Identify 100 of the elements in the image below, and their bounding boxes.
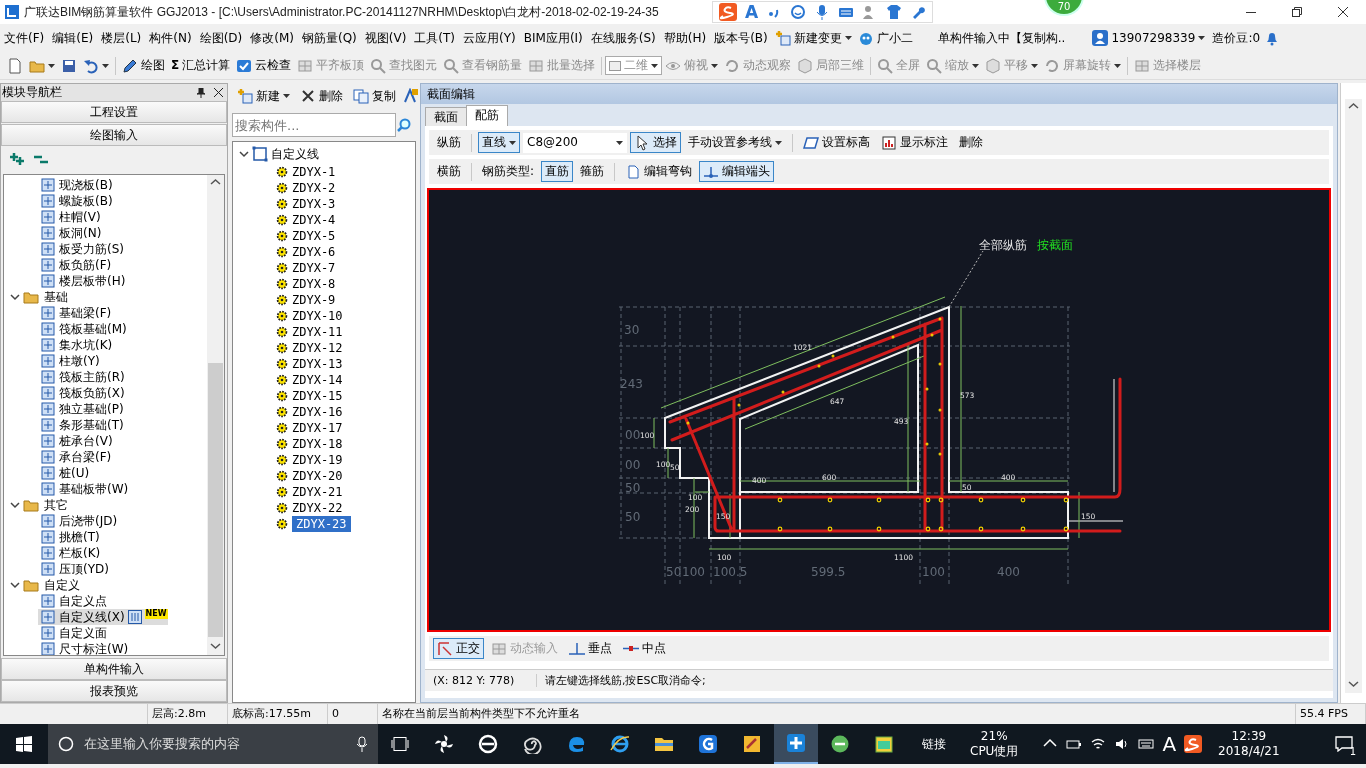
tree-item[interactable]: ZDYX-11 [292, 324, 343, 340]
shirt-icon[interactable] [886, 4, 903, 20]
snap-button[interactable]: 正交 [433, 638, 484, 659]
clock-date[interactable]: 2018/4/21 [1218, 744, 1280, 759]
search-field[interactable]: 搜索构件... [232, 113, 396, 137]
scrollbar[interactable] [207, 175, 224, 655]
tree-item[interactable]: 自定义面 [38, 625, 107, 641]
menu-item[interactable]: 文件(F) [0, 30, 49, 46]
tree-item[interactable]: 栏板(K) [38, 545, 101, 561]
tree-group[interactable]: 基础 [4, 289, 68, 305]
tree-item[interactable]: ZDYX-14 [292, 372, 343, 388]
assistant-button[interactable]: 广小二 [854, 28, 916, 48]
tree-item[interactable]: ZDYX-17 [292, 420, 343, 436]
tree-item[interactable]: 基础梁(F) [38, 305, 112, 321]
tree-item[interactable]: 承台梁(F) [38, 449, 112, 465]
tree-item[interactable]: 螺旋板(B) [38, 193, 113, 209]
search-bar[interactable]: 在这里输入你要搜索的内容 [48, 724, 378, 764]
tree-item[interactable]: 柱帽(V) [38, 209, 101, 225]
menu-item[interactable]: 云应用(Y) [459, 30, 520, 46]
tree-item[interactable]: 筏板基础(M) [38, 321, 127, 337]
tree-item[interactable]: ZDYX-21 [292, 484, 343, 500]
tree-item[interactable]: ZDYX-20 [292, 468, 343, 484]
tab[interactable]: 截面 [425, 106, 467, 126]
menu-item[interactable]: 楼层(L) [97, 30, 146, 46]
tree-item[interactable]: 桩承台(V) [38, 433, 113, 449]
expand-all-icon[interactable] [9, 151, 25, 167]
tool-button[interactable]: 编辑弯钩 [621, 161, 697, 182]
tool-button[interactable]: 显示标注 [877, 132, 952, 153]
clock-time[interactable]: 12:39 [1218, 729, 1280, 744]
tree-item[interactable]: 自定义点 [38, 593, 107, 609]
tree-item[interactable]: ZDYX-15 [292, 388, 343, 404]
tree-item[interactable]: 柱墩(Y) [38, 353, 100, 369]
smiley-icon[interactable] [790, 4, 807, 20]
input-language[interactable]: A [1162, 731, 1177, 757]
menu-item[interactable]: 帮助(H) [659, 30, 711, 46]
chevron-down-icon[interactable] [10, 292, 20, 302]
toolbar-button[interactable]: Σ 汇总计算 [168, 56, 234, 75]
toolbar-button[interactable]: 新建 [234, 86, 293, 106]
tree-item[interactable]: 楼层板带(H) [38, 273, 126, 289]
tool-button[interactable]: 选择 [630, 132, 681, 153]
tree-item[interactable]: ZDYX-3 [292, 196, 336, 212]
menu-item[interactable]: 绘图(D) [195, 30, 247, 46]
tree-item[interactable]: ZDYX-12 [292, 340, 343, 356]
toolbar-button[interactable]: 删除 [297, 86, 346, 106]
toolbar-button[interactable]: 绘图 [119, 55, 168, 76]
ime-logo-icon[interactable] [1184, 735, 1203, 753]
tree-item[interactable]: ZDYX-23 [292, 515, 351, 533]
tree-item[interactable]: ZDYX-9 [292, 292, 336, 308]
chevron-down-icon[interactable] [10, 500, 20, 510]
scrollbar[interactable] [1345, 99, 1362, 693]
toolbar-button[interactable]: 云检查 [233, 55, 295, 76]
tree-item[interactable]: 压顶(YD) [38, 561, 109, 577]
tree-item[interactable]: ZDYX-6 [292, 244, 336, 260]
menu-item[interactable]: 工具(T) [410, 30, 460, 46]
tree-item[interactable]: ZDYX-19 [292, 452, 343, 468]
tree-item[interactable]: 筏板负筋(X) [38, 385, 125, 401]
chevron-down-icon[interactable] [10, 580, 20, 590]
search-icon[interactable] [396, 117, 412, 133]
snap-button[interactable]: 垂点 [565, 638, 616, 659]
tab[interactable]: 配筋 [466, 104, 508, 126]
tree-item[interactable]: 桩(U) [38, 465, 90, 481]
tree-item[interactable]: ZDYX-13 [292, 356, 343, 372]
tree-item[interactable]: 尺寸标注(W) [38, 641, 129, 655]
menu-item[interactable]: 版本号(B) [710, 30, 772, 46]
pin-icon[interactable] [196, 87, 206, 98]
snap-button[interactable]: 中点 [619, 638, 670, 659]
close-icon[interactable] [214, 87, 223, 97]
tree-item[interactable]: 板负筋(F) [38, 257, 112, 273]
section-button[interactable]: 绘图输入 [1, 124, 227, 146]
taskbar-app-button[interactable] [774, 724, 818, 764]
tree-group[interactable]: 其它 [4, 497, 68, 513]
section-button[interactable]: 报表预览 [1, 680, 227, 702]
rebar-spec-select[interactable]: C8@200 [523, 132, 627, 153]
menu-item[interactable]: 修改(M) [246, 30, 298, 46]
tree-item[interactable]: ZDYX-16 [292, 404, 343, 420]
ime-mode[interactable]: A [745, 1, 759, 23]
tree-item[interactable]: ZDYX-4 [292, 212, 336, 228]
keyboard-icon[interactable] [1138, 736, 1155, 752]
change-menu-button[interactable]: 新建变更 [771, 28, 855, 48]
tree-group[interactable]: 自定义线 [239, 144, 415, 164]
tree-item[interactable]: 现浇板(B) [38, 177, 113, 193]
tool-button[interactable]: 箍筋 [576, 161, 609, 182]
account-button[interactable]: 13907298339 [1089, 28, 1209, 48]
notification-button[interactable]: 1 [1322, 724, 1366, 764]
tree-item[interactable]: ZDYX-8 [292, 276, 336, 292]
tree-item[interactable]: 条形基础(T) [38, 417, 124, 433]
tree-item[interactable]: 基础板带(W) [38, 481, 129, 497]
tree-item[interactable]: 独立基础(P) [38, 401, 124, 417]
menu-item[interactable]: 钢筋量(Q) [297, 30, 361, 46]
tree-item[interactable]: ZDYX-22 [292, 500, 343, 516]
menu-item[interactable]: 视图(V) [360, 30, 411, 46]
menu-item[interactable]: BIM应用(I) [519, 30, 587, 46]
tree-item[interactable]: ZDYX-10 [292, 308, 343, 324]
tree-item[interactable]: 挑檐(T) [38, 529, 100, 545]
section-button[interactable]: 单构件输入 [1, 658, 227, 680]
tree-item[interactable]: ZDYX-2 [292, 180, 336, 196]
tree-item[interactable]: 自定义线(X) NEW [38, 609, 168, 625]
menu-item[interactable]: 在线服务(S) [586, 30, 660, 46]
tool-button[interactable]: 直筋 [541, 161, 574, 182]
search-field[interactable]: 在这里输入你要搜索的内容 [82, 735, 348, 753]
